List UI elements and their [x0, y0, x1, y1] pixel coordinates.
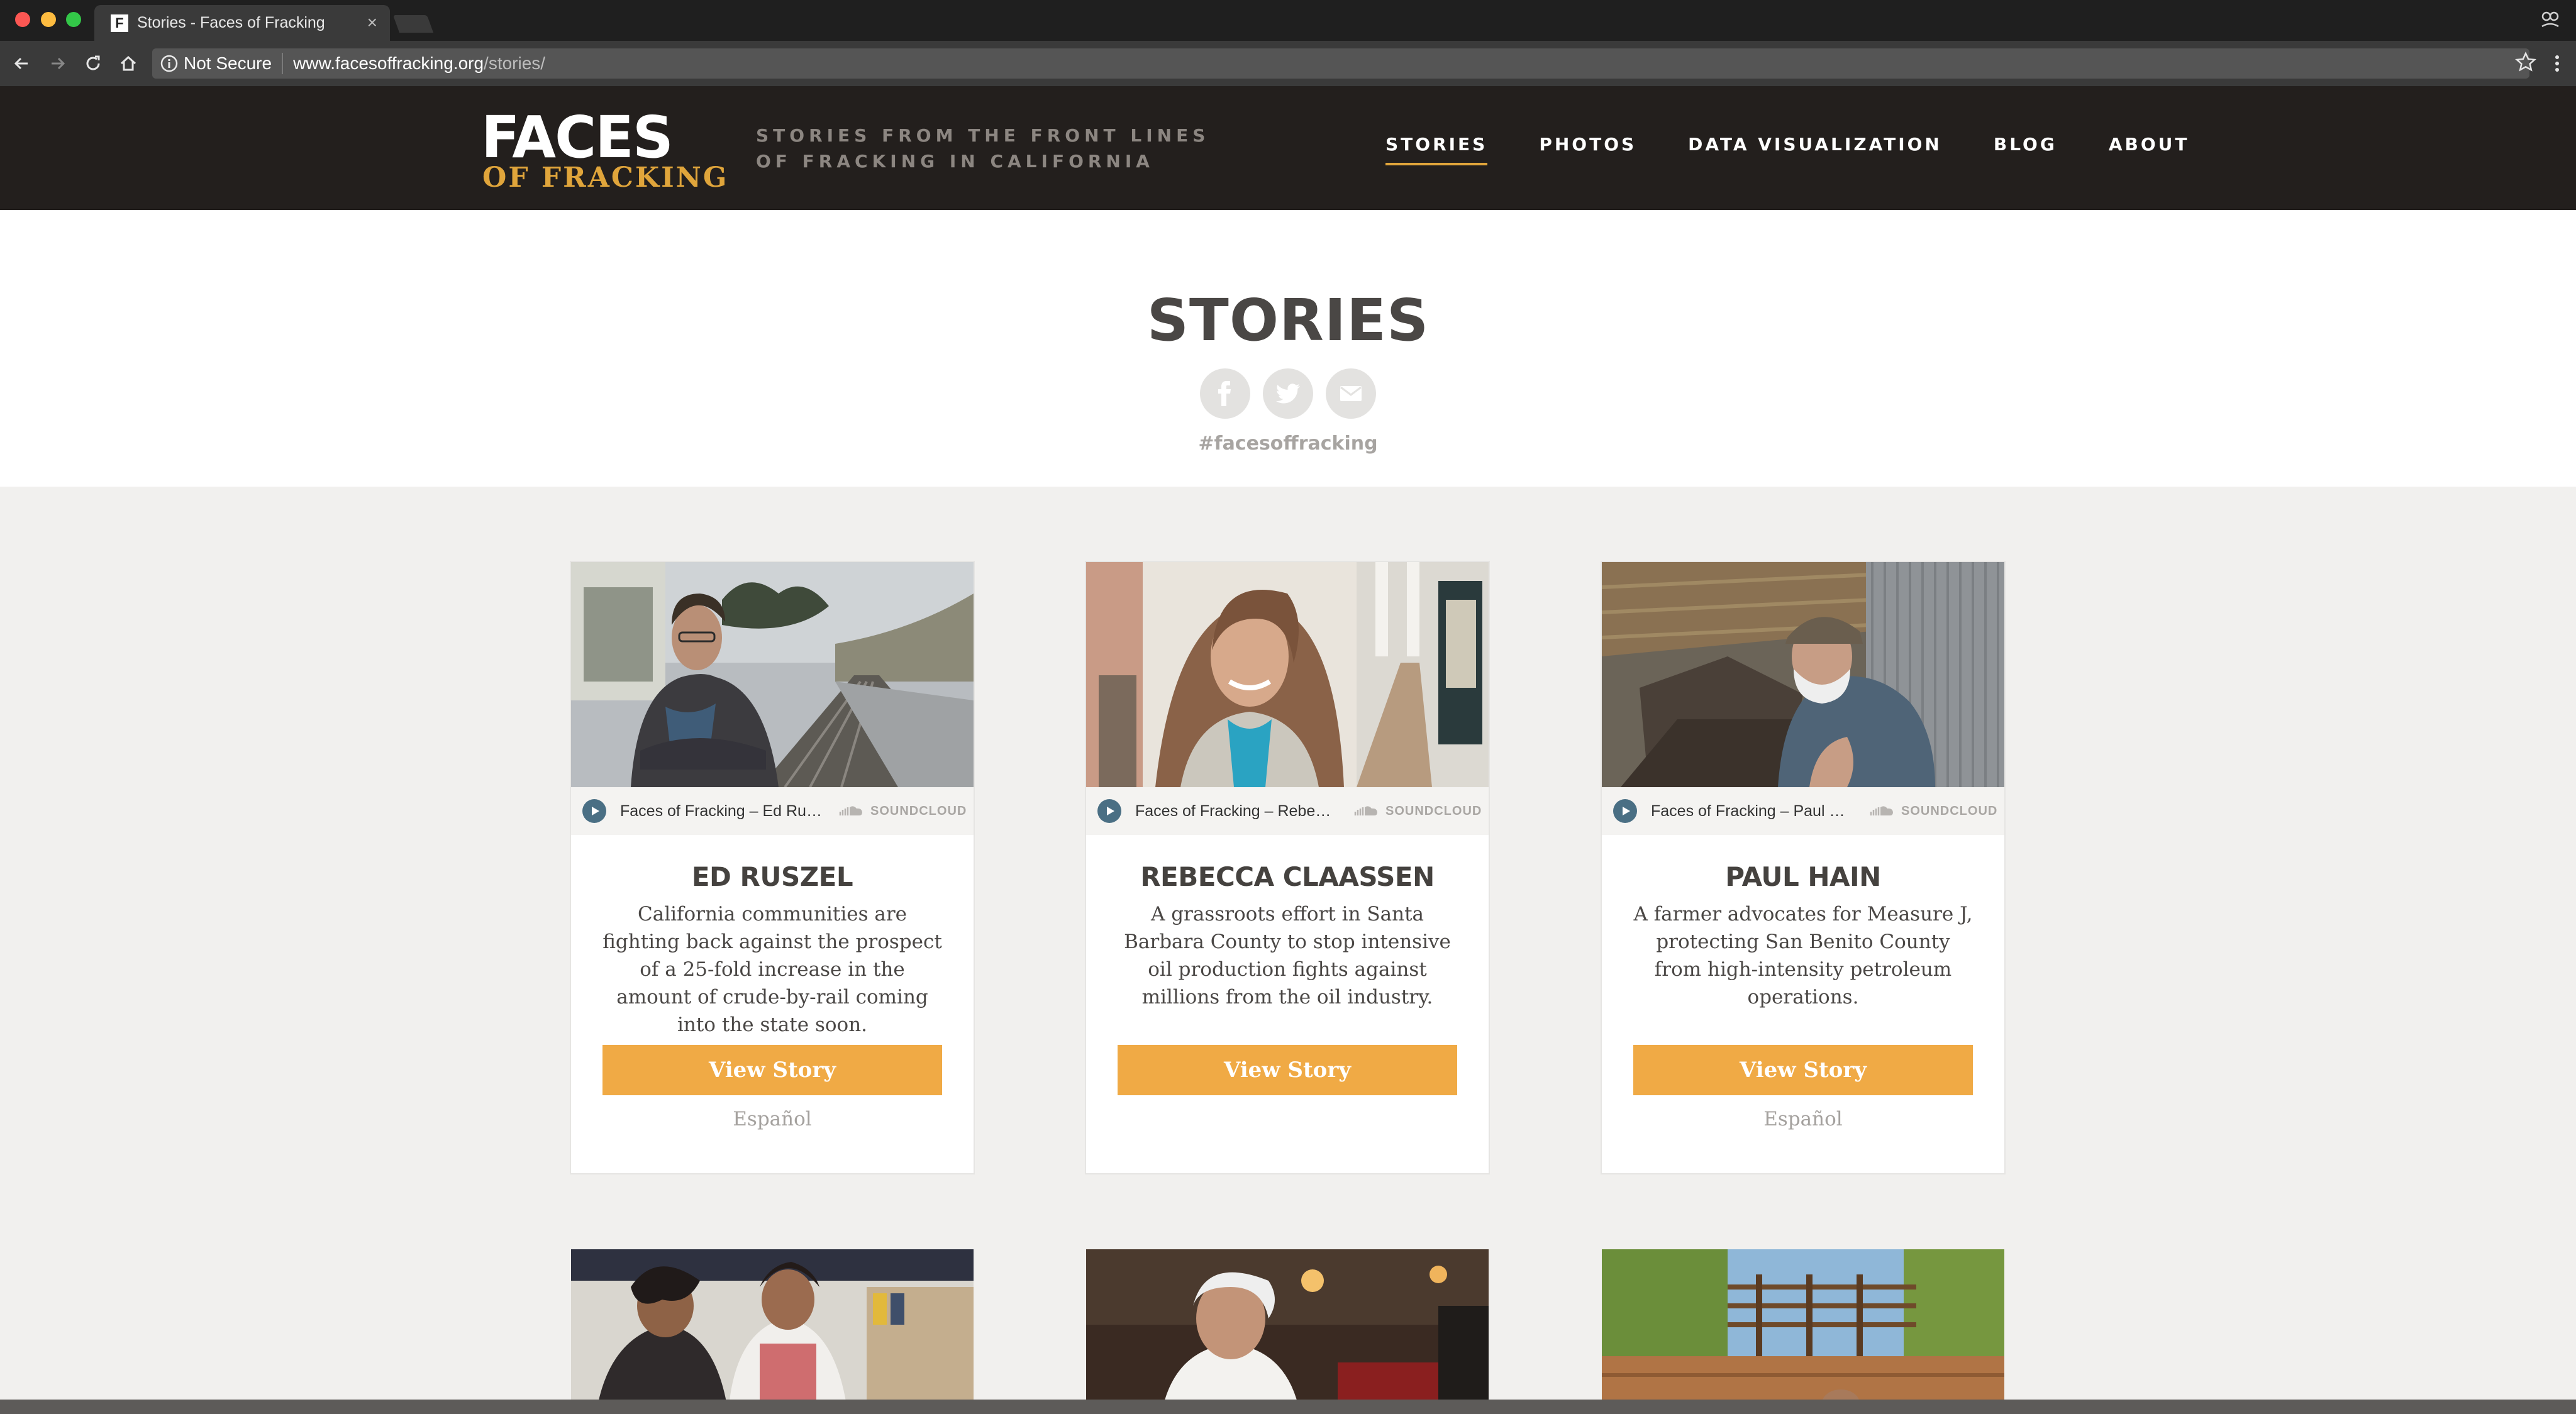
tab-title: Stories - Faces of Fracking — [137, 14, 325, 31]
track-title[interactable]: Faces of Fracking – Rebe… — [1135, 802, 1343, 820]
site-logo[interactable]: FACES OF FRACKING — [481, 104, 726, 192]
story-name: REBECCA CLAASSEN — [1140, 861, 1435, 892]
browser-tab[interactable]: F Stories - Faces of Fracking × — [94, 5, 390, 41]
track-title[interactable]: Faces of Fracking – Ed Ru… — [620, 802, 828, 820]
url-text[interactable]: www.facesoffracking.org/stories/ — [293, 53, 545, 74]
soundcloud-icon — [1354, 806, 1377, 815]
tagline-line-1: STORIES FROM THE FRONT LINES — [756, 125, 1210, 146]
browser-tab-bar: F Stories - Faces of Fracking × — [0, 0, 2576, 41]
twitter-share-button[interactable] — [1263, 368, 1313, 419]
new-tab-button[interactable] — [392, 15, 434, 33]
play-icon[interactable] — [1097, 799, 1121, 823]
facebook-icon — [1218, 381, 1231, 406]
profile-icon[interactable] — [2540, 9, 2561, 30]
tagline-line-2: OF FRACKING IN CALIFORNIA — [756, 151, 1154, 172]
story-photo-partial — [1602, 1249, 2004, 1413]
hashtag: #facesoffracking — [1198, 433, 1378, 455]
story-photo[interactable] — [1602, 562, 2004, 787]
soundcloud-player: Faces of Fracking – Rebe… SOUNDCLOUD — [1086, 787, 1489, 835]
main-navigation: STORIES PHOTOS DATA VISUALIZATION BLOG A… — [1385, 134, 2241, 165]
story-photo[interactable] — [571, 562, 974, 787]
view-story-button[interactable]: View Story — [1633, 1045, 1973, 1095]
nav-data-visualization[interactable]: DATA VISUALIZATION — [1688, 134, 1942, 155]
home-icon[interactable] — [116, 51, 141, 76]
soundcloud-label: SOUNDCLOUD — [1385, 804, 1482, 818]
story-card: Faces of Fracking – Ed Ru… SOUNDCLOUD ED… — [571, 562, 974, 1173]
soundcloud-player: Faces of Fracking – Paul … SOUNDCLOUD — [1602, 787, 2004, 835]
horizontal-scrollbar[interactable] — [0, 1400, 2576, 1414]
url-path: /stories/ — [484, 53, 546, 73]
track-title[interactable]: Faces of Fracking – Paul … — [1651, 802, 1858, 820]
story-card-partial[interactable] — [1602, 1249, 2004, 1413]
play-icon[interactable] — [1613, 799, 1637, 823]
address-separator — [282, 53, 284, 74]
twitter-icon — [1276, 384, 1300, 404]
view-story-button[interactable]: View Story — [1118, 1045, 1457, 1095]
bookmark-star-icon[interactable] — [2514, 51, 2537, 74]
nav-blog[interactable]: BLOG — [1994, 134, 2057, 155]
story-card-partial[interactable] — [1086, 1249, 1489, 1413]
site-header: FACES OF FRACKING STORIES FROM THE FRONT… — [0, 86, 2576, 210]
view-story-button[interactable]: View Story — [602, 1045, 942, 1095]
minimize-window-button[interactable] — [41, 12, 56, 27]
soundcloud-icon — [1870, 806, 1893, 815]
close-window-button[interactable] — [15, 12, 30, 27]
soundcloud-icon — [839, 806, 862, 815]
story-name: PAUL HAIN — [1725, 861, 1881, 892]
story-name: ED RUSZEL — [691, 861, 853, 892]
story-card: Faces of Fracking – Rebe… SOUNDCLOUD REB… — [1086, 562, 1489, 1173]
nav-stories[interactable]: STORIES — [1385, 134, 1488, 165]
story-description: A farmer advocates for Measure J, protec… — [1633, 903, 1973, 1008]
url-host: www.facesoffracking.org — [293, 53, 484, 73]
story-card: Faces of Fracking – Paul … SOUNDCLOUD PA… — [1602, 562, 2004, 1173]
browser-menu-icon[interactable] — [2552, 51, 2562, 76]
espanol-link[interactable]: Español — [1602, 1108, 2004, 1130]
soundcloud-label: SOUNDCLOUD — [1901, 804, 1998, 818]
maximize-window-button[interactable] — [66, 12, 81, 27]
forward-icon[interactable] — [45, 51, 70, 76]
site-tagline: STORIES FROM THE FRONT LINES OF FRACKING… — [756, 123, 1209, 174]
stories-hero: STORIES #facesoffracking — [0, 210, 2576, 487]
espanol-link[interactable]: Español — [571, 1108, 974, 1130]
not-secure-label: Not Secure — [184, 53, 272, 73]
paul-hain-photo — [1602, 562, 2004, 787]
rebecca-claassen-photo — [1086, 562, 1489, 787]
back-icon[interactable] — [9, 51, 34, 76]
share-buttons — [1200, 368, 1376, 419]
nav-photos[interactable]: PHOTOS — [1539, 134, 1636, 155]
story-photo-partial — [1086, 1249, 1489, 1413]
story-photo-partial — [571, 1249, 974, 1413]
soundcloud-player: Faces of Fracking – Ed Ru… SOUNDCLOUD — [571, 787, 974, 835]
tab-close-icon[interactable]: × — [367, 14, 377, 31]
logo-wordmark: FACES — [481, 104, 674, 171]
page-title: STORIES — [1146, 287, 1430, 354]
story-photo[interactable] — [1086, 562, 1489, 787]
email-icon — [1340, 386, 1362, 401]
facebook-share-button[interactable] — [1200, 368, 1250, 419]
nav-about[interactable]: ABOUT — [2109, 134, 2190, 155]
logo-subtitle: OF FRACKING — [482, 162, 729, 194]
ed-ruszel-photo — [571, 562, 974, 787]
info-icon[interactable] — [160, 54, 179, 73]
story-description: California communities are fighting back… — [602, 903, 942, 1036]
address-bar[interactable]: Not Secure www.facesoffracking.org/stori… — [152, 48, 2529, 79]
story-description: A grassroots effort in Santa Barbara Cou… — [1124, 903, 1451, 1008]
story-card-partial[interactable] — [571, 1249, 974, 1413]
favicon-icon: F — [111, 14, 128, 32]
reload-icon[interactable] — [80, 51, 106, 76]
email-share-button[interactable] — [1326, 368, 1376, 419]
play-icon[interactable] — [582, 799, 606, 823]
browser-toolbar: Not Secure www.facesoffracking.org/stori… — [0, 41, 2576, 86]
soundcloud-label: SOUNDCLOUD — [870, 804, 967, 818]
